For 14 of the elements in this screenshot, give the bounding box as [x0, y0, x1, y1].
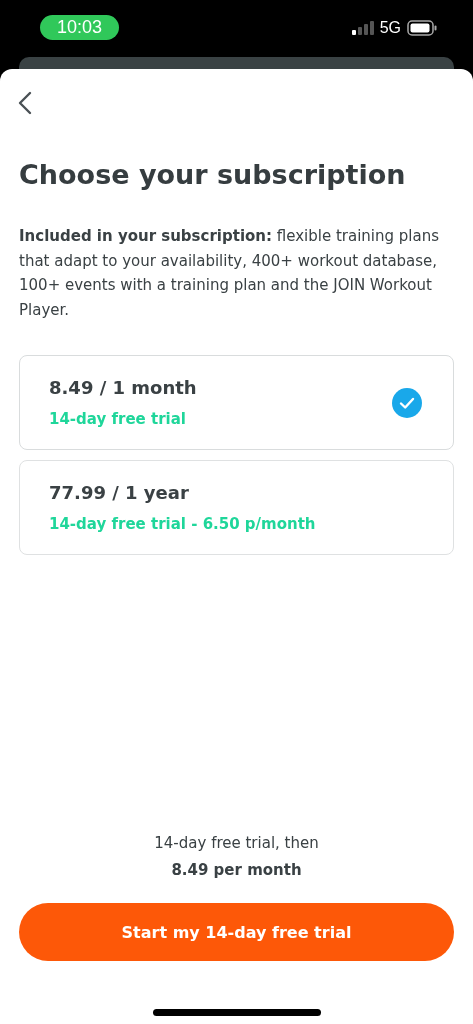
summary-text: 8.49 per month: [171, 861, 302, 879]
plan-trial: 14-day free trial: [49, 410, 187, 428]
plan-trial: 14-day free trial - 6.50 p/month: [49, 515, 316, 533]
plan-price: 77.99 / 1 year: [49, 482, 190, 503]
summary-text: 14-day free trial, then: [154, 834, 319, 852]
network-label: 5G: [379, 19, 401, 37]
clock-time: 10:03: [40, 14, 120, 40]
plan-price: 8.49 / 1 month: [49, 377, 197, 398]
battery-icon: [407, 20, 437, 36]
signal-icon: [351, 21, 374, 35]
plan-option[interactable]: 77.99 / 1 year 14-day free trial - 6.50 p/month: [19, 460, 454, 555]
description-text: Included in your subscription: flexible training plans that adapt to your availability, 400+ workout database, 100+ events with a training plan and the JOIN Workout Player.: [19, 226, 440, 321]
page-title: Choose your subscription: [19, 159, 407, 190]
plan-option[interactable]: 8.49 / 1 month 14-day free trial: [19, 355, 454, 450]
